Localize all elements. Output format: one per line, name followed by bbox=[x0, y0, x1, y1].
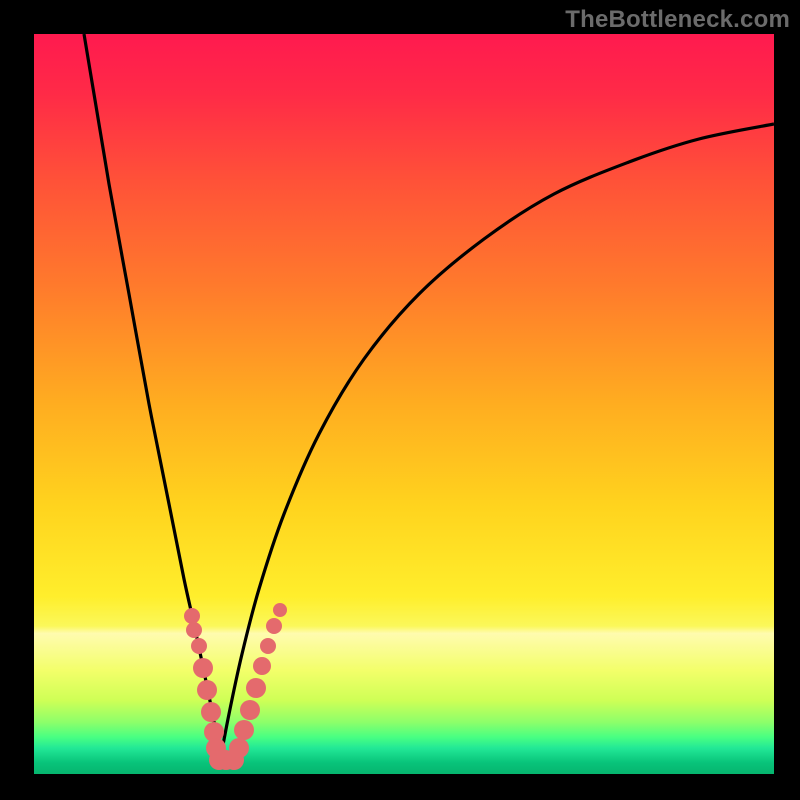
curves-layer bbox=[34, 34, 774, 774]
highlight-dot bbox=[246, 678, 266, 698]
right-curve bbox=[219, 124, 774, 766]
chart-frame: TheBottleneck.com bbox=[0, 0, 800, 800]
highlight-dot bbox=[184, 608, 200, 624]
highlight-dot bbox=[193, 658, 213, 678]
watermark-text: TheBottleneck.com bbox=[565, 6, 790, 34]
highlight-dot bbox=[260, 638, 276, 654]
highlight-dot bbox=[201, 702, 221, 722]
highlight-dot bbox=[266, 618, 282, 634]
highlight-dot bbox=[186, 622, 202, 638]
left-curve bbox=[84, 34, 219, 766]
highlight-dot bbox=[229, 738, 249, 758]
highlight-dot bbox=[273, 603, 287, 617]
highlight-dot bbox=[240, 700, 260, 720]
highlight-dot bbox=[191, 638, 207, 654]
highlight-dot bbox=[234, 720, 254, 740]
plot-area bbox=[34, 34, 774, 774]
highlight-dot bbox=[197, 680, 217, 700]
highlight-dot bbox=[253, 657, 271, 675]
